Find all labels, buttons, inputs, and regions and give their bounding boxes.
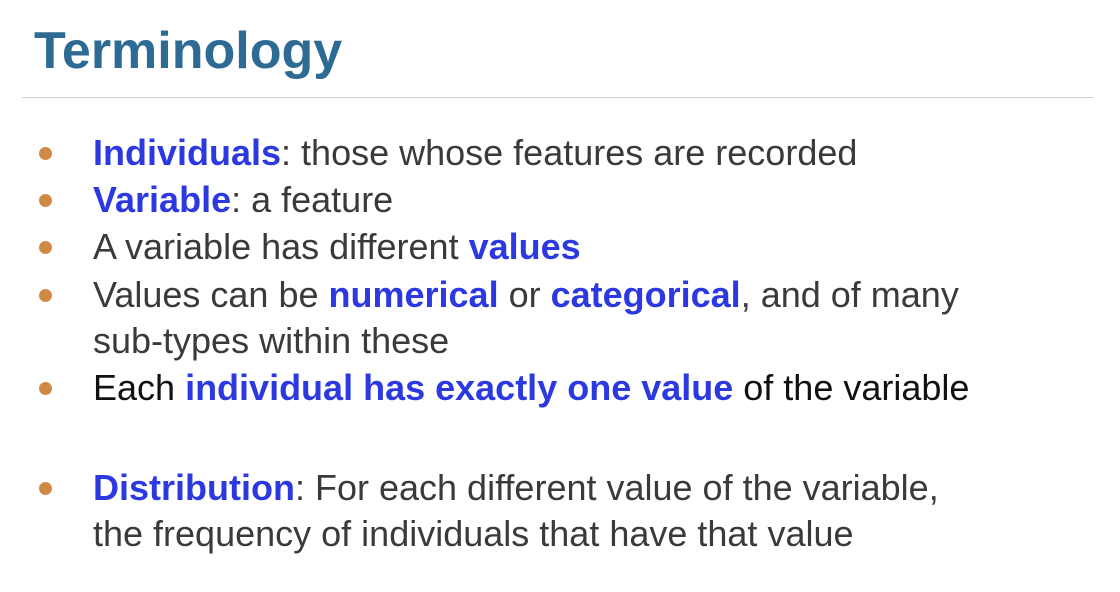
bullet-text: Each	[93, 367, 186, 408]
bullet-dot-icon	[39, 147, 52, 160]
bullet-value-types: Values can be numerical or categorical, …	[39, 272, 1108, 364]
bullet-dot-icon	[39, 289, 52, 302]
bullet-distribution: Distribution: For each different value o…	[39, 465, 1108, 557]
bullet-text-continued: sub-types within these	[93, 320, 450, 361]
bullet-text-continued: the frequency of individuals that have t…	[93, 513, 854, 554]
bullet-text: : a feature	[231, 179, 394, 220]
keyword-numerical: numerical	[328, 274, 499, 315]
bullet-variable: Variable: a feature	[39, 177, 1108, 223]
keyword-individuals: Individuals	[93, 132, 282, 173]
bullet-values: A variable has different values	[39, 224, 1108, 270]
bullet-list: Individuals: those whose features are re…	[0, 0, 1120, 592]
bullet-one-value: Each individual has exactly one value of…	[39, 365, 1108, 411]
keyword-individual-one-value: individual has exactly one value	[185, 367, 734, 408]
bullet-text: A variable has different	[93, 226, 469, 267]
bullet-text: Values can be	[93, 274, 329, 315]
bullet-text: : those whose features are recorded	[281, 132, 858, 173]
bullet-dot-icon	[39, 482, 52, 495]
keyword-distribution: Distribution	[93, 467, 295, 508]
bullet-dot-icon	[39, 382, 52, 395]
bullet-individuals: Individuals: those whose features are re…	[39, 130, 1108, 176]
bullet-text: , and of many	[740, 274, 959, 315]
keyword-categorical: categorical	[550, 274, 741, 315]
bullet-text: or	[498, 274, 551, 315]
keyword-values: values	[468, 226, 581, 267]
bullet-text: of the variable	[733, 367, 970, 408]
bullet-dot-icon	[39, 241, 52, 254]
keyword-variable: Variable	[93, 179, 232, 220]
bullet-dot-icon	[39, 194, 52, 207]
bullet-text: : For each different value of the variab…	[294, 467, 939, 508]
